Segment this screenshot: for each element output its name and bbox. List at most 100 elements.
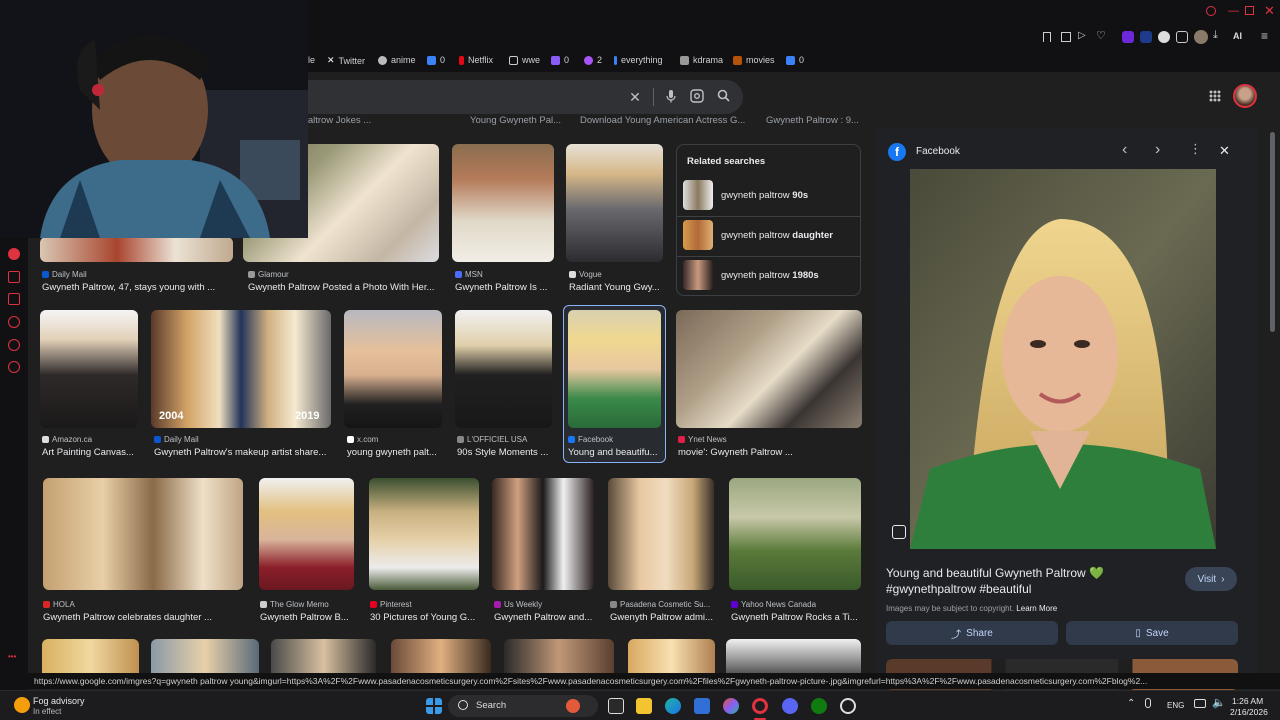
network-icon[interactable]	[1194, 699, 1206, 708]
result-title[interactable]: Gwenyth Paltrow admi...	[610, 612, 716, 623]
bookmark-netflix[interactable]: Netflix	[459, 55, 493, 65]
visit-button[interactable]: Visit ›	[1185, 567, 1237, 591]
result-title[interactable]: Art Painting Canvas...	[42, 447, 142, 458]
bookmark-item[interactable]: 0	[786, 55, 804, 65]
weather-title[interactable]: Fog advisory	[33, 696, 85, 706]
apps-grid-icon[interactable]	[1209, 90, 1221, 102]
menu-icon[interactable]: ≡	[1261, 29, 1268, 43]
bookmark-item[interactable]: 2	[584, 55, 602, 65]
extension-icon[interactable]	[1158, 31, 1170, 43]
bookmark-item[interactable]: le	[308, 55, 315, 65]
image-result[interactable]: 2004 2019	[151, 310, 331, 428]
voice-search-icon[interactable]	[663, 89, 679, 105]
save-button[interactable]: ▯ Save	[1066, 621, 1238, 645]
result-title[interactable]: Gwyneth Paltrow Rocks a Ti...	[731, 612, 863, 623]
extension-icon[interactable]	[1140, 31, 1152, 43]
task-view-icon[interactable]	[608, 698, 624, 714]
result-title[interactable]: Young and beautifu...	[568, 447, 662, 458]
opera-gx-icon[interactable]	[752, 698, 768, 714]
result-title[interactable]: movie': Gwyneth Paltrow ...	[678, 447, 858, 458]
search-box[interactable]: ✕	[278, 80, 743, 114]
copilot-icon[interactable]	[723, 698, 739, 714]
preview-image[interactable]	[910, 169, 1216, 549]
result-title[interactable]: Gwyneth Paltrow Posted a Photo With Her.…	[248, 282, 440, 293]
clock-time[interactable]: 1:26 AM	[1232, 696, 1263, 706]
image-result[interactable]	[344, 310, 442, 428]
result-title[interactable]: 30 Pictures of Young G...	[370, 612, 482, 623]
heart-icon[interactable]: ♡	[1096, 29, 1106, 42]
file-explorer-icon[interactable]	[636, 698, 652, 714]
result-title[interactable]: Gwyneth Paltrow B...	[260, 612, 360, 623]
bookmark-item[interactable]: 0	[427, 55, 445, 65]
preview-title[interactable]: Young and beautiful Gwyneth Paltrow 💚 #g…	[886, 565, 1186, 597]
result-title[interactable]: Gwyneth Paltrow's makeup artist share...	[154, 447, 334, 458]
image-result[interactable]	[492, 478, 594, 590]
image-result[interactable]	[455, 310, 552, 428]
bookmark-everything[interactable]: everything	[614, 55, 663, 65]
result-title[interactable]: Gwyneth Paltrow, 47, stays young with ..…	[42, 282, 234, 293]
app-icon[interactable]	[840, 698, 856, 714]
previous-arrow-icon[interactable]: ‹	[1122, 141, 1127, 159]
image-result[interactable]	[566, 144, 663, 262]
extension-icon[interactable]	[1122, 31, 1134, 43]
download-icon[interactable]: ⤓	[1213, 29, 1218, 42]
clock-date[interactable]: 2/16/2026	[1230, 707, 1268, 717]
ai-button[interactable]: AI	[1233, 31, 1242, 41]
bookmark-icon[interactable]	[1043, 32, 1051, 42]
related-search-1980s[interactable]: gwyneth paltrow 1980s	[683, 257, 856, 293]
play-icon[interactable]: ▷	[1078, 30, 1086, 41]
learn-more-link[interactable]: Learn More	[1016, 604, 1057, 613]
more-options-icon[interactable]: ⋮	[1189, 141, 1202, 157]
bookmark-item[interactable]: 0	[551, 55, 569, 65]
bookmark-kdrama[interactable]: kdrama	[680, 55, 723, 65]
store-icon[interactable]	[694, 698, 710, 714]
next-arrow-icon[interactable]: ›	[1155, 141, 1160, 159]
sidebar-settings-icon[interactable]	[8, 361, 20, 373]
related-search-daughter[interactable]: gwyneth paltrow daughter	[683, 217, 856, 253]
edge-icon[interactable]	[665, 698, 681, 714]
image-result[interactable]	[452, 144, 554, 262]
image-result[interactable]	[40, 310, 138, 428]
result-title[interactable]: young gwyneth palt...	[347, 447, 447, 458]
xbox-icon[interactable]	[811, 698, 827, 714]
discord-icon[interactable]	[782, 698, 798, 714]
bookmark-movies[interactable]: movies	[733, 55, 775, 65]
maximize-button[interactable]	[1245, 6, 1254, 15]
image-result[interactable]	[40, 237, 233, 262]
lens-icon[interactable]	[892, 525, 906, 539]
sidebar-send-icon[interactable]	[8, 271, 20, 283]
related-search-90s[interactable]: gwyneth paltrow 90s	[683, 177, 856, 213]
volume-icon[interactable]: 🔈	[1212, 696, 1226, 709]
language-indicator[interactable]: ENG	[1167, 701, 1184, 710]
account-avatar[interactable]	[1233, 84, 1257, 108]
result-title[interactable]: Gwyneth Paltrow celebrates daughter ...	[43, 612, 243, 623]
result-title[interactable]: Young Gwyneth Pal...	[470, 115, 570, 126]
search-icon[interactable]	[1206, 6, 1216, 16]
bookmark-anime[interactable]: anime	[378, 55, 416, 65]
sidebar-history-icon[interactable]	[8, 316, 20, 328]
weather-icon[interactable]	[14, 697, 30, 713]
close-icon[interactable]: ✕	[1219, 143, 1230, 159]
taskbar-search-box[interactable]: Search	[448, 695, 598, 717]
result-title[interactable]: Gwyneth Paltrow and...	[494, 612, 598, 623]
image-result[interactable]	[676, 310, 862, 428]
microphone-icon[interactable]	[1145, 698, 1151, 708]
sidebar-bookmark-icon[interactable]	[8, 293, 20, 305]
sidebar-extensions-icon[interactable]	[8, 339, 20, 351]
preview-source[interactable]: Facebook	[916, 146, 960, 157]
extension-icon[interactable]	[1176, 31, 1188, 43]
search-icon[interactable]	[715, 89, 731, 105]
result-title[interactable]: Radiant Young Gwy...	[569, 282, 669, 293]
minimize-button[interactable]: —	[1228, 5, 1239, 17]
result-title[interactable]: Download Young American Actress G...	[580, 115, 750, 126]
close-window-button[interactable]: ✕	[1264, 3, 1275, 19]
scrollbar[interactable]	[1270, 132, 1275, 332]
image-result[interactable]	[729, 478, 861, 590]
share-button[interactable]: ⤴ Share	[886, 621, 1058, 645]
result-title[interactable]: 90s Style Moments ...	[457, 447, 557, 458]
profile-icon[interactable]	[1194, 30, 1208, 44]
show-hidden-icons-icon[interactable]: ⌃	[1127, 698, 1135, 709]
image-result[interactable]	[369, 478, 479, 590]
result-title[interactable]: Gwyneth Paltrow : 9...	[766, 115, 866, 126]
lens-search-icon[interactable]	[689, 89, 705, 105]
